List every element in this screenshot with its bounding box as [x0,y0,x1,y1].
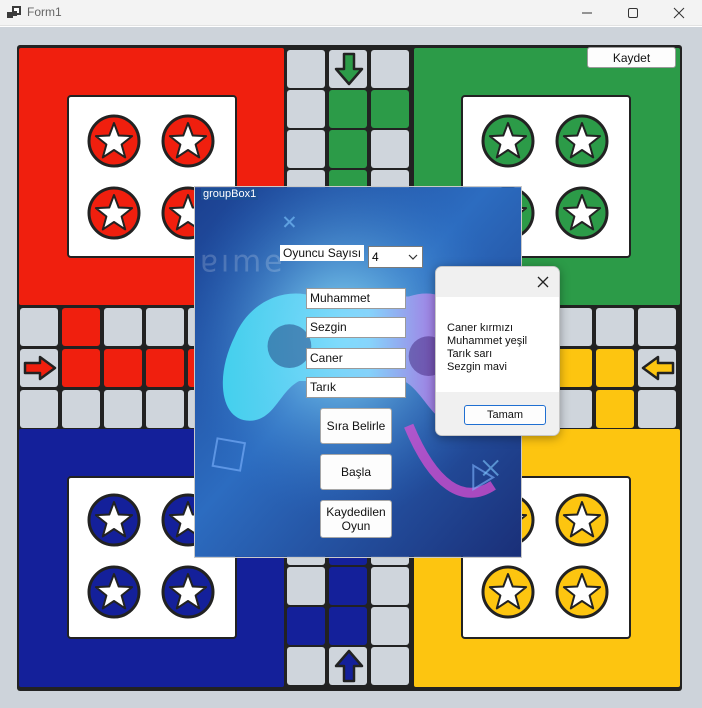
track-cell [146,390,184,428]
star-token-icon [161,114,215,168]
left-arrow-icon [638,349,678,387]
star-token-icon [555,565,609,619]
app-icon [7,6,21,20]
blue-token[interactable] [161,565,215,619]
determine-order-button[interactable]: Sıra Belirle [320,408,392,444]
track-cell [371,130,409,168]
yellow-token[interactable] [555,565,609,619]
track-cell [329,90,367,128]
saved-game-button[interactable]: Kaydedilen Oyun [320,500,392,538]
save-button[interactable]: Kaydet [587,47,676,68]
track-cell [62,390,100,428]
track-cell [104,308,142,346]
track-cell [596,390,634,428]
svg-text:ɐıme: ɐıme [200,245,285,280]
player-name-input-2[interactable]: Sezgin [306,317,406,338]
blue-token[interactable] [87,565,141,619]
minimize-button[interactable] [564,0,610,26]
track-cell [329,567,367,605]
star-token-icon [555,493,609,547]
track-cell [329,130,367,168]
green-token[interactable] [481,114,535,168]
star-token-icon [555,186,609,240]
player-name-input-1[interactable]: Muhammet [306,288,406,309]
track-cell [371,90,409,128]
track-cell [638,390,676,428]
minimize-icon [582,12,592,14]
player-count-label: Oyuncu Sayısı [280,245,365,261]
start-button[interactable]: Başla [320,454,392,490]
close-icon [537,276,549,288]
right-arrow-icon [20,349,60,387]
green-token[interactable] [555,186,609,240]
message-box-close-button[interactable] [532,271,554,293]
track-cell [146,349,184,387]
ok-button[interactable]: Tamam [464,405,546,425]
track-cell [20,390,58,428]
window-title: Form1 [27,5,62,19]
green-token[interactable] [555,114,609,168]
track-cell [20,308,58,346]
track-cell [104,390,142,428]
maximize-button[interactable] [610,0,656,26]
track-cell [104,349,142,387]
track-cell [329,607,367,645]
message-line: Muhammet yeşil [447,335,528,347]
track-cell [371,50,409,88]
maximize-icon [628,8,638,18]
blue-token[interactable] [87,493,141,547]
groupbox-title: groupBox1 [201,188,259,200]
red-token[interactable] [161,114,215,168]
track-cell [596,308,634,346]
message-text: Caner kırmızı Muhammet yeşil Tarık sarı … [447,322,527,374]
track-cell [371,567,409,605]
up-arrow-icon [329,647,369,685]
player-count-select[interactable]: 4 [368,246,423,268]
player-name-input-3[interactable]: Caner [306,348,406,369]
star-token-icon [87,493,141,547]
track-cell [287,647,325,685]
star-token-icon [481,565,535,619]
player-count-value: 4 [372,250,379,264]
track-cell [287,50,325,88]
track-cell [371,647,409,685]
message-box: Caner kırmızı Muhammet yeşil Tarık sarı … [435,266,560,436]
track-cell [287,130,325,168]
message-line: Sezgin mavi [447,361,507,373]
track-cell [638,308,676,346]
star-token-icon [161,565,215,619]
track-cell [146,308,184,346]
red-token[interactable] [87,114,141,168]
title-bar: Form1 [0,0,702,26]
red-token[interactable] [87,186,141,240]
chevron-down-icon [408,254,418,260]
message-line: Caner kırmızı [447,322,514,334]
close-button[interactable] [656,0,702,26]
track-cell [287,607,325,645]
track-cell [62,308,100,346]
track-cell [371,607,409,645]
track-cell [596,349,634,387]
track-cell [287,567,325,605]
close-icon [673,7,685,19]
down-arrow-icon [329,50,369,88]
yellow-token[interactable] [555,493,609,547]
player-name-input-4[interactable]: Tarık [306,377,406,398]
yellow-token[interactable] [481,565,535,619]
star-token-icon [481,114,535,168]
star-token-icon [87,114,141,168]
star-token-icon [87,565,141,619]
star-token-icon [87,186,141,240]
message-line: Tarık sarı [447,348,493,360]
track-cell [62,349,100,387]
star-token-icon [555,114,609,168]
track-cell [287,90,325,128]
